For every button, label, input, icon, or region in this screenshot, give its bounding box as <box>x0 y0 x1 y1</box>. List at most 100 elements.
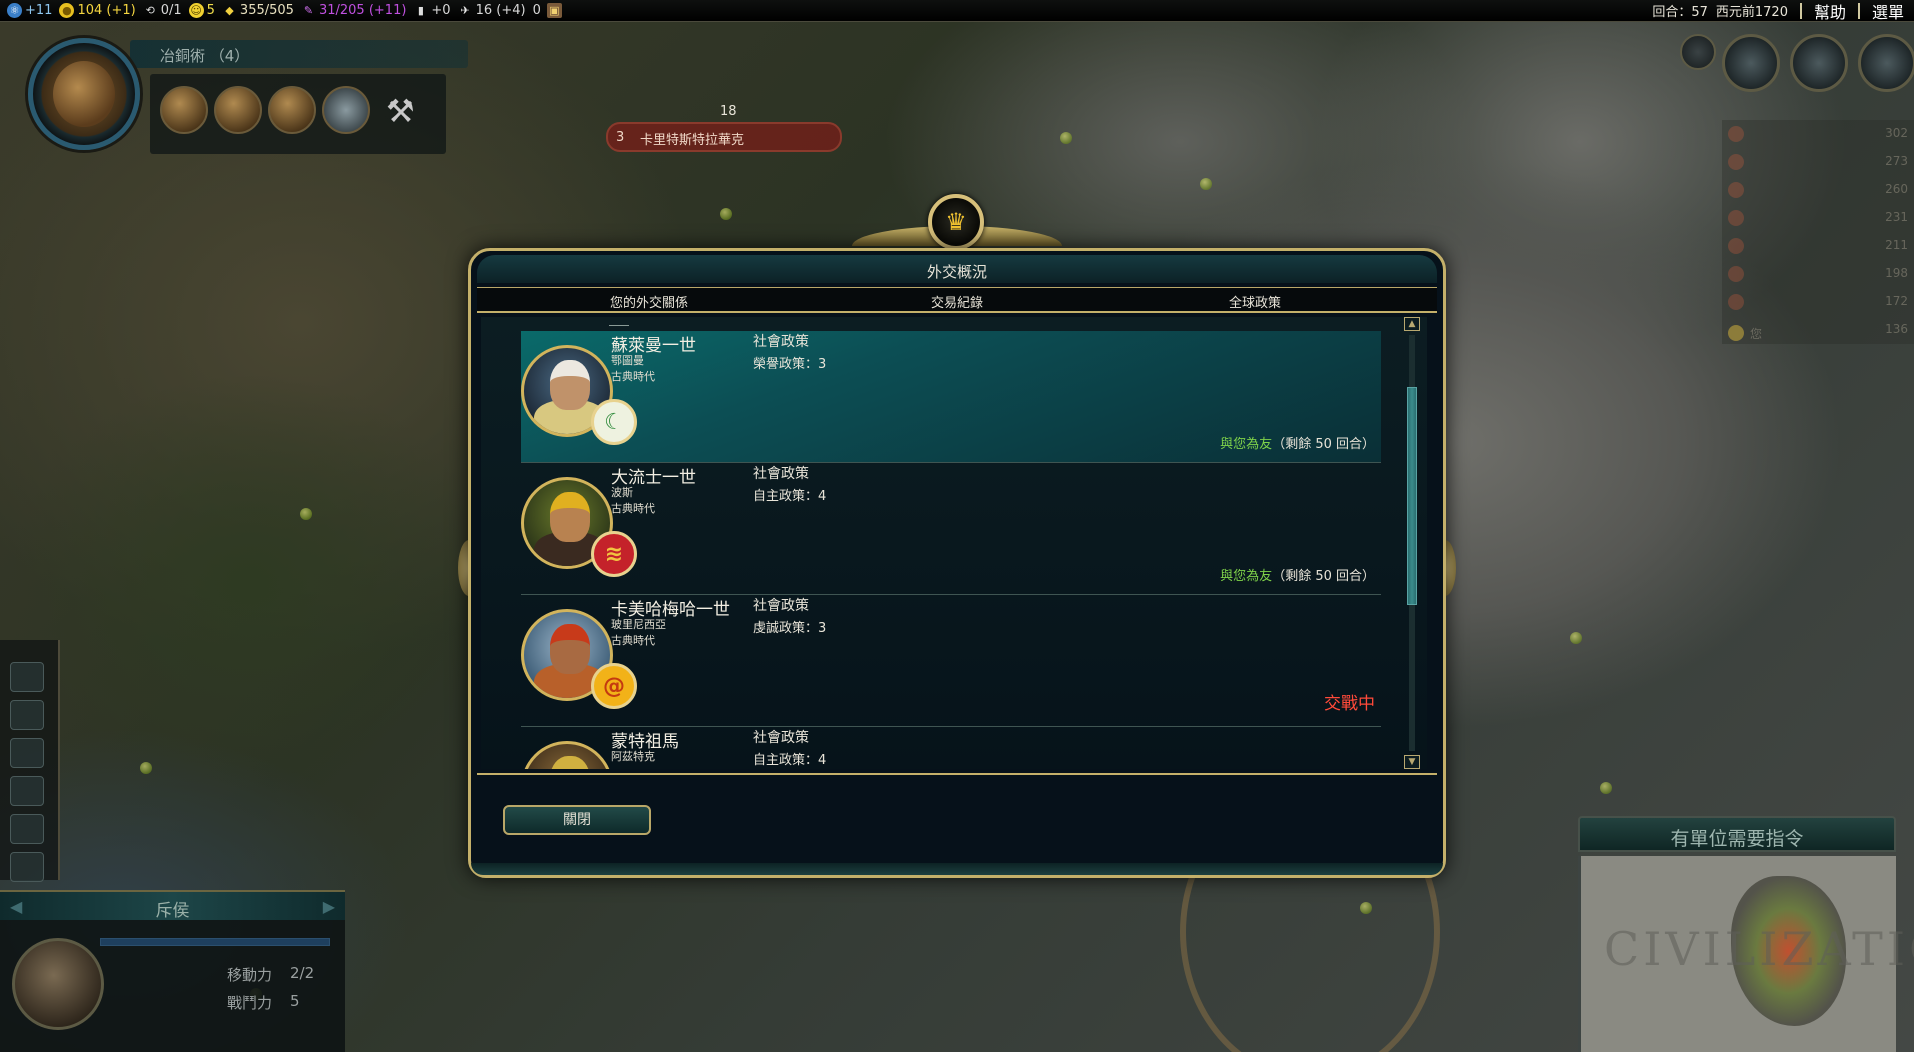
policy-header: 社會政策 <box>753 598 809 614</box>
dialog-footer: 關閉 <box>477 773 1437 865</box>
score-row[interactable]: 260 <box>1728 182 1908 204</box>
golden-age-stat[interactable]: ◆ 355/505 <box>222 3 294 18</box>
double-eagle-icon: ♛ <box>928 194 984 250</box>
civ-name: 鄂圖曼 <box>611 354 644 367</box>
leader-row[interactable]: ☾ 蘇萊曼一世 鄂圖曼 古典時代 社會政策 榮譽政策：3 與您為友（剩餘 50 … <box>521 331 1381 463</box>
policy-value: 虔誠政策：3 <box>753 621 827 636</box>
scroll-down-arrow-icon[interactable]: ▼ <box>1404 755 1420 769</box>
leader-era: 古典時代 <box>611 634 655 647</box>
social-policy-button[interactable] <box>1858 34 1914 92</box>
unit-name: 斥侯 <box>155 901 190 921</box>
great-works-stat[interactable]: 0 ▣ <box>533 3 565 18</box>
tourism-stat[interactable]: ▮ +0 <box>413 3 451 18</box>
dialog-bottom-rim <box>471 863 1443 875</box>
leader-row[interactable]: ≋ 大流士一世 波斯 古典時代 社會政策 自主政策：4 與您為友（剩餘 50 回… <box>521 463 1381 595</box>
fortify-action-button[interactable] <box>10 662 44 692</box>
anvil-icon[interactable] <box>322 86 370 134</box>
tab-deal-history[interactable]: 交易紀錄 <box>807 292 1107 311</box>
notification-log-button[interactable] <box>1680 34 1716 70</box>
help-button[interactable]: 幫助 <box>1814 0 1846 23</box>
global-politics-list[interactable]: ☾ 蘇萊曼一世 鄂圖曼 古典時代 社會政策 榮譽政策：3 與您為友（剩餘 50 … <box>481 317 1427 769</box>
civ-name: 波斯 <box>611 486 633 499</box>
upgrade-action-button[interactable] <box>10 814 44 844</box>
gold-icon: ● <box>59 3 75 18</box>
tech-unlock-icon[interactable] <box>214 86 262 134</box>
relationship-status: 與您為友（剩餘 50 回合） <box>1220 569 1375 584</box>
policy-value: 榮譽政策：3 <box>753 357 827 372</box>
diplomacy-overview-button[interactable] <box>1722 34 1780 92</box>
leader-portrait <box>521 741 613 769</box>
alert-action-button[interactable] <box>10 776 44 806</box>
dialog-tabs: 您的外交關係 交易紀錄 全球政策 <box>477 287 1437 313</box>
unit-xp-bar <box>100 938 330 946</box>
tourism-icon: ▮ <box>417 4 424 17</box>
leader-face <box>550 624 590 674</box>
close-button[interactable]: 關閉 <box>503 805 651 835</box>
unit-needs-orders-label[interactable]: 有單位需要指令 <box>1578 824 1896 851</box>
civ-icon <box>1728 210 1744 226</box>
score-row[interactable]: 302 <box>1728 126 1908 148</box>
leader-era: 古典時代 <box>611 370 655 383</box>
score-row[interactable]: 231 <box>1728 210 1908 232</box>
map-resource <box>720 208 732 220</box>
civ-emblem-icon: ☾ <box>591 399 637 445</box>
diplomacy-overview-dialog: 外交概況 您的外交關係 交易紀錄 全球政策 ☾ 蘇萊曼一世 鄂圖曼 古典時代 社… <box>468 248 1446 878</box>
score-row[interactable]: 198 <box>1728 266 1908 288</box>
city-strength: 18 <box>720 104 737 119</box>
science-stat[interactable]: ⚛ +11 <box>7 3 52 18</box>
faith-icon: ✈ <box>460 4 470 17</box>
city-name[interactable]: 卡里特斯特拉華克 <box>640 129 744 148</box>
unit-portrait[interactable] <box>12 938 104 1030</box>
civ-icon <box>1728 126 1744 142</box>
leader-era: 古典時代 <box>611 502 655 515</box>
separator <box>1799 2 1802 19</box>
leader-face <box>550 360 590 410</box>
map-resource <box>1200 178 1212 190</box>
gold-stat[interactable]: ● 104 (+1) <box>59 3 136 18</box>
culture-stat[interactable]: ✎ 31/205 (+11) <box>301 3 407 18</box>
leader-row[interactable]: @ 卡美哈梅哈一世 玻里尼西亞 古典時代 社會政策 虔誠政策：3 交戰中 <box>521 595 1381 727</box>
game-year: 西元前1720 <box>1715 5 1788 20</box>
scroll-up-arrow-icon[interactable]: ▲ <box>1404 317 1420 331</box>
tech-unlocks: ⚒ <box>150 74 446 154</box>
unit-action-strip <box>0 640 60 882</box>
great-works-icon: ▣ <box>546 3 562 18</box>
score-row[interactable]: 273 <box>1728 154 1908 176</box>
top-resource-bar: ⚛ +11 ● 104 (+1) ⟲ 0/1 ☺ 5 ◆ 355/505 ✎ 3… <box>0 0 1914 22</box>
civ-icon <box>1728 182 1744 198</box>
happiness-stat[interactable]: ☺ 5 <box>188 3 215 18</box>
score-row[interactable]: 172 <box>1728 294 1908 316</box>
scroll-thumb[interactable] <box>1407 387 1417 605</box>
tech-unlock-icon[interactable] <box>268 86 316 134</box>
civ-name: 玻里尼西亞 <box>611 618 666 631</box>
menu-button[interactable]: 選單 <box>1872 0 1904 23</box>
tech-progress-ring[interactable] <box>28 38 140 150</box>
civilization-logo: CIVILIZATION <box>1604 922 1914 976</box>
score-row[interactable]: 211 <box>1728 238 1908 260</box>
science-icon: ⚛ <box>7 3 22 18</box>
tech-unlock-icon[interactable] <box>160 86 208 134</box>
tab-global-politics[interactable]: 全球政策 <box>1105 292 1405 311</box>
trade-routes-stat[interactable]: ⟲ 0/1 <box>143 3 182 18</box>
explore-action-button[interactable] <box>10 738 44 768</box>
sleep-action-button[interactable] <box>10 700 44 730</box>
map-resource <box>300 508 312 520</box>
turn-counter: 回合：57 <box>1652 5 1708 20</box>
map-resource <box>1360 902 1372 914</box>
current-tech-name[interactable]: 冶銅術 （4） <box>160 45 249 66</box>
military-overview-button[interactable] <box>1790 34 1848 92</box>
axe-icon[interactable]: ⚒ <box>386 92 415 130</box>
scoreboard: 302 273 260 231 211 198 172 您 136 <box>1722 120 1914 344</box>
golden-age-icon: ◆ <box>225 4 234 17</box>
separator <box>1857 2 1860 19</box>
tab-relations[interactable]: 您的外交關係 <box>499 292 799 311</box>
map-resource <box>140 762 152 774</box>
policy-header: 社會政策 <box>753 334 809 350</box>
score-row-you[interactable]: 您 136 <box>1728 322 1908 344</box>
city-size: 3 <box>616 130 625 145</box>
player-civ-icon <box>1728 325 1744 341</box>
list-scrollbar[interactable]: ▲ ▼ <box>1403 317 1421 769</box>
faith-stat[interactable]: ✈ 16 (+4) <box>458 3 525 18</box>
move-action-button[interactable] <box>10 852 44 882</box>
leader-row[interactable]: 蒙特祖馬 阿茲特克 社會政策 自主政策：4 <box>521 727 1381 769</box>
